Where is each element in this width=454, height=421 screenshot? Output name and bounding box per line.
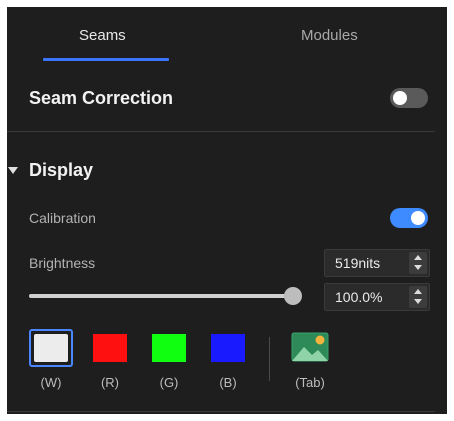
color-button-green[interactable] (147, 329, 191, 367)
percent-value: 100.0% (335, 289, 383, 305)
toggle-knob (411, 211, 425, 225)
nits-stepper[interactable] (409, 252, 427, 274)
white-label: (W) (40, 375, 62, 390)
green-swatch (152, 334, 186, 362)
tab-image-label: (Tab) (295, 375, 325, 390)
blue-swatch (211, 334, 245, 362)
collapse-caret-icon[interactable] (8, 167, 18, 174)
brightness-slider[interactable] (29, 287, 302, 305)
red-label: (R) (100, 375, 120, 390)
blue-label: (B) (219, 375, 237, 390)
tab-seams[interactable]: Seams (79, 27, 126, 44)
active-tab-indicator (43, 58, 169, 61)
settings-panel: Seams Modules Seam Correction Display Ca… (7, 7, 447, 414)
tab-modules[interactable]: Modules (301, 27, 358, 44)
section-divider (7, 131, 435, 132)
color-button-red[interactable] (88, 329, 132, 367)
color-button-white[interactable] (29, 329, 73, 367)
arrow-up-icon[interactable] (414, 289, 422, 294)
red-swatch (93, 334, 127, 362)
slider-handle[interactable] (284, 287, 302, 305)
calibration-toggle[interactable] (390, 208, 428, 228)
brightness-percent-spinbox[interactable]: 100.0% (324, 283, 430, 311)
green-label: (G) (159, 375, 179, 390)
seam-correction-title: Seam Correction (29, 88, 174, 108)
seam-correction-toggle[interactable] (390, 88, 428, 108)
vertical-divider (269, 337, 270, 381)
slider-fill (29, 294, 293, 298)
section-divider (7, 411, 435, 412)
arrow-down-icon[interactable] (414, 265, 422, 270)
arrow-up-icon[interactable] (414, 255, 422, 260)
tab-image-button[interactable] (288, 329, 332, 367)
brightness-nits-spinbox[interactable]: 519nits (324, 249, 430, 277)
calibration-label: Calibration (29, 210, 96, 226)
arrow-down-icon[interactable] (414, 299, 422, 304)
tab-bar: Seams Modules (7, 7, 447, 63)
image-icon (291, 332, 329, 362)
toggle-knob (393, 91, 407, 105)
nits-value: 519nits (335, 255, 381, 271)
color-button-blue[interactable] (206, 329, 250, 367)
white-swatch (34, 334, 68, 362)
display-section-title: Display (29, 160, 94, 180)
percent-stepper[interactable] (409, 286, 427, 308)
brightness-label: Brightness (29, 255, 96, 271)
